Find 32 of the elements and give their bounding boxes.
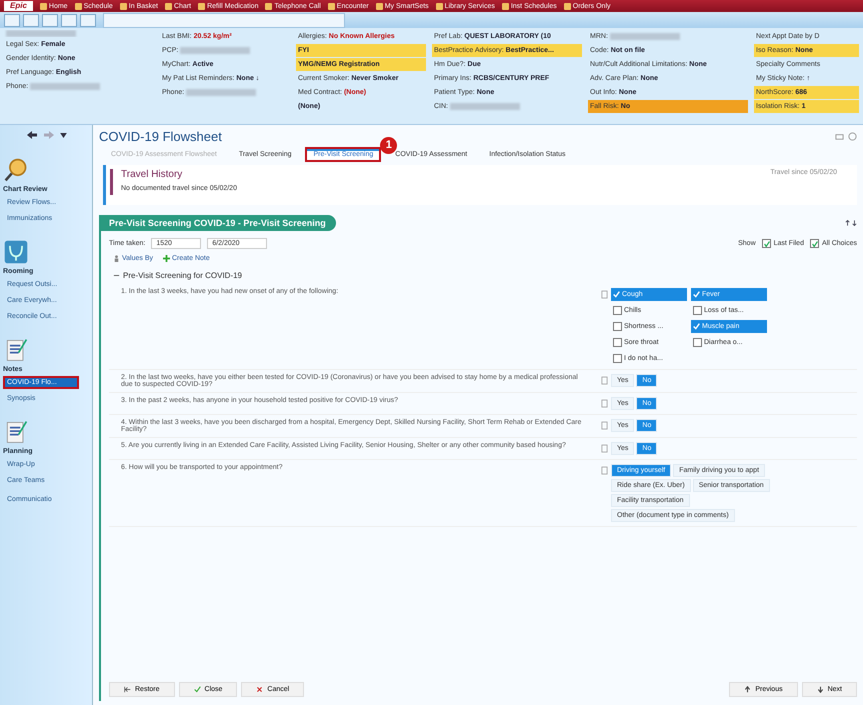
up-arrow-icon bbox=[744, 686, 752, 693]
forward-arrow-icon[interactable] bbox=[42, 130, 54, 140]
workspace-icon[interactable] bbox=[42, 14, 58, 26]
workspace-icon[interactable] bbox=[80, 14, 96, 26]
check-icon bbox=[762, 240, 771, 248]
up-down-arrows-icon[interactable] bbox=[845, 219, 857, 227]
help-icon[interactable] bbox=[848, 132, 857, 140]
section-header: Pre-Visit Screening COVID-19 - Pre-Visit Screening bbox=[99, 215, 336, 231]
back-arrow-icon[interactable] bbox=[26, 130, 38, 140]
travel-title: Travel History bbox=[121, 169, 184, 180]
plus-icon bbox=[163, 254, 170, 262]
check-icon bbox=[194, 686, 201, 693]
dropdown-caret-icon[interactable] bbox=[60, 132, 66, 138]
epic-logo[interactable]: Epic bbox=[4, 1, 33, 11]
restore-arrow-icon bbox=[124, 686, 131, 693]
person-icon bbox=[113, 254, 120, 262]
check-icon bbox=[693, 323, 700, 330]
cross-icon bbox=[256, 686, 264, 693]
workspace-icon[interactable] bbox=[23, 14, 39, 26]
check-icon bbox=[693, 291, 700, 298]
check-icon bbox=[810, 240, 819, 248]
callout-badge: 1 bbox=[380, 136, 398, 154]
group-heading[interactable]: Pre-Visit Screening for COVID-19 bbox=[123, 271, 242, 280]
workspace-icon[interactable] bbox=[4, 14, 20, 26]
patient-tab[interactable] bbox=[103, 12, 345, 28]
down-arrow-icon bbox=[816, 686, 824, 693]
magnifier-icon[interactable] bbox=[3, 157, 29, 183]
stethoscope-icon[interactable] bbox=[3, 239, 29, 265]
flowsheet-title: COVID-19 Flowsheet bbox=[99, 128, 222, 144]
collapse-icon[interactable] bbox=[113, 272, 120, 279]
check-icon bbox=[613, 291, 620, 298]
workspace-icon[interactable] bbox=[61, 14, 77, 26]
